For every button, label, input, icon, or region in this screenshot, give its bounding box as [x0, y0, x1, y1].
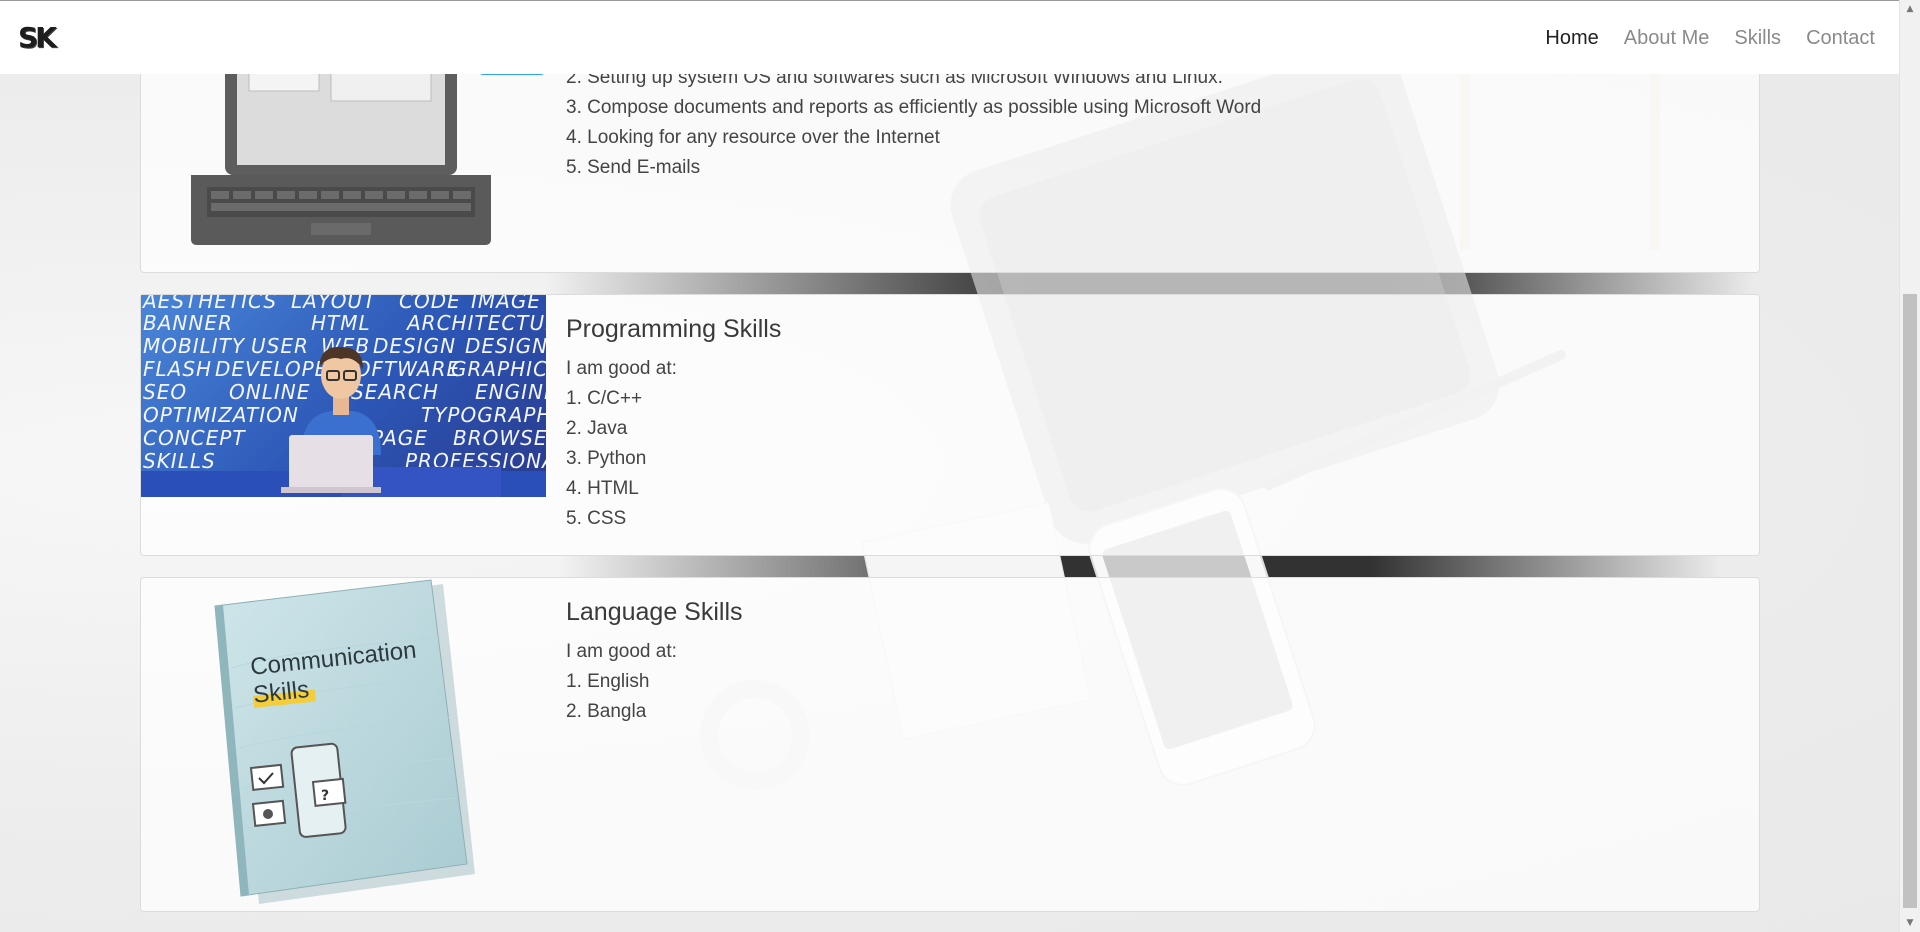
skill-list-item: 3. Python	[566, 448, 647, 469]
top-navbar: SK Home About Me Skills Contact	[0, 0, 1899, 74]
scroll-up-arrow-icon[interactable]: ▲	[1900, 0, 1920, 18]
brand-logo[interactable]: SK	[18, 21, 60, 55]
skill-card-language: ? Communication Skills Language Skills I…	[140, 577, 1760, 912]
nav-links: Home About Me Skills Contact	[1520, 1, 1875, 75]
scrollbar-thumb[interactable]	[1903, 294, 1917, 908]
communication-book-image: ? Communication Skills	[141, 578, 546, 911]
skill-list-item: 4. Looking for any resource over the Int…	[566, 127, 940, 148]
skill-list-item: 4. HTML	[566, 478, 639, 499]
card-title: Language Skills	[566, 598, 743, 626]
developer-figure	[141, 346, 546, 497]
card-body: Language Skills I am good at: 1. English…	[566, 598, 743, 727]
svg-text:?: ?	[321, 788, 329, 804]
card-body: Programming Skills I am good at: 1. C/C+…	[566, 315, 781, 534]
skill-list-item: 2. Java	[566, 418, 628, 439]
nav-link-home[interactable]: Home	[1545, 27, 1598, 50]
skill-list-item: 5. Send E-mails	[566, 157, 701, 178]
nav-link-contact[interactable]: Contact	[1806, 27, 1875, 50]
skill-list-item: 2. Bangla	[566, 701, 647, 722]
card-intro: I am good at:	[566, 641, 677, 662]
card-intro: I am good at:	[566, 358, 677, 379]
card-body: 2. Setting up system OS and softwares su…	[566, 63, 1261, 183]
skill-card-programming: AESTHETICS LAYOUT CODE IMAGE BANNER HTML…	[140, 294, 1760, 556]
scroll-down-arrow-icon[interactable]: ▼	[1900, 914, 1920, 932]
skill-list-item: 5. CSS	[566, 508, 627, 529]
nav-link-about-me[interactable]: About Me	[1624, 27, 1710, 50]
skill-list-item: 3. Compose documents and reports as effi…	[566, 97, 1262, 118]
page-scrollbar[interactable]: ▲ ▼	[1899, 0, 1920, 932]
card-title: Programming Skills	[566, 315, 782, 343]
skill-list-item: 1. English	[566, 671, 650, 692]
nav-link-skills[interactable]: Skills	[1734, 27, 1781, 50]
skill-list-item: 1. C/C++	[566, 388, 643, 409]
programming-banner-image: AESTHETICS LAYOUT CODE IMAGE BANNER HTML…	[141, 295, 546, 497]
